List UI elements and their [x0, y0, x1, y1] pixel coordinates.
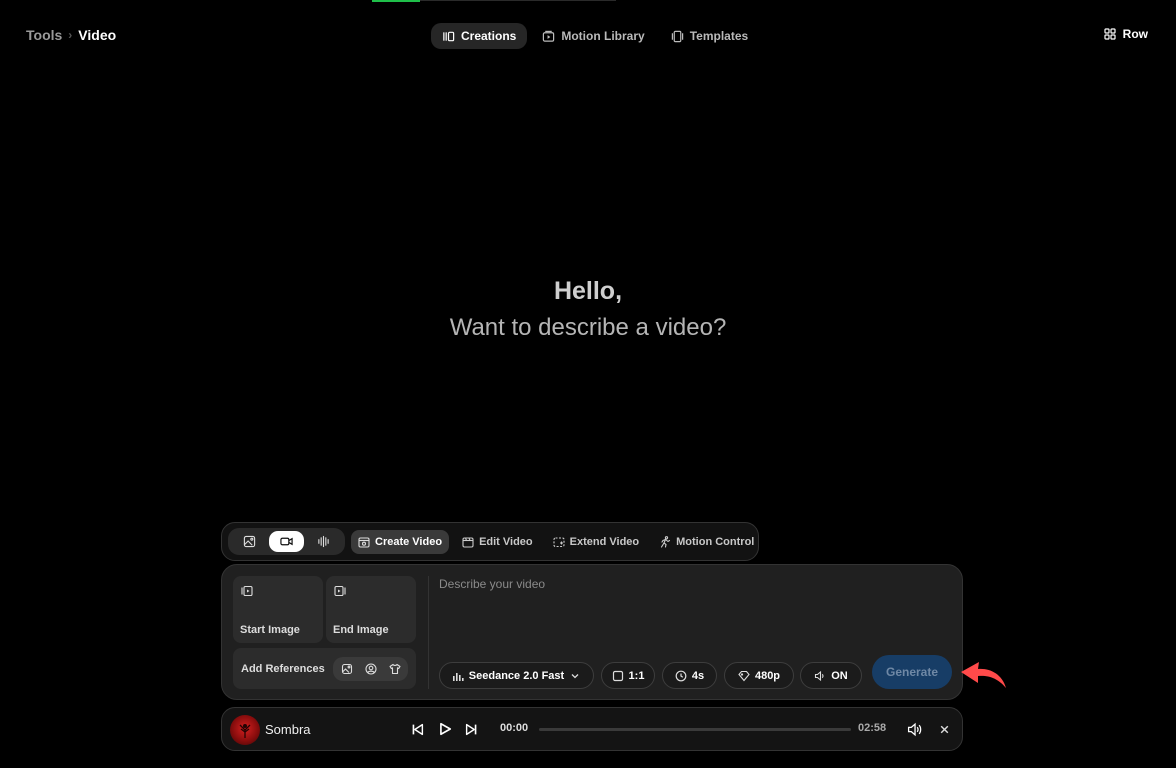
- aspect-ratio-label: 1:1: [628, 669, 645, 682]
- prompt-composer: Start Image End Image Add References See…: [221, 564, 963, 700]
- extend-video-icon: [553, 536, 565, 547]
- mode-label: Edit Video: [479, 535, 533, 548]
- speaker-icon: [815, 670, 824, 681]
- media-video-button[interactable]: [269, 531, 304, 552]
- duration-select[interactable]: 4s: [662, 662, 717, 689]
- model-label: Seedance 2.0 Fast: [468, 669, 565, 682]
- square-ratio-icon: [612, 670, 623, 681]
- breadcrumb-current: Video: [78, 27, 117, 43]
- tab-label: Creations: [461, 29, 517, 43]
- top-progress-indicator: [372, 0, 420, 2]
- model-bars-icon: [452, 672, 464, 681]
- resolution-select[interactable]: 480p: [724, 662, 794, 689]
- layout-row-button[interactable]: Row: [1104, 27, 1148, 41]
- generate-button[interactable]: Generate: [872, 655, 952, 689]
- resolution-label: 480p: [754, 669, 781, 682]
- start-image-slot[interactable]: Start Image: [233, 576, 323, 643]
- mode-label: Motion Control: [676, 535, 755, 548]
- play-button[interactable]: [437, 721, 453, 737]
- layout-row-label: Row: [1122, 27, 1148, 41]
- mode-edit-video[interactable]: Edit Video: [455, 530, 540, 554]
- top-tabs: Creations Motion Library Templates: [431, 23, 759, 49]
- composer-divider: [428, 576, 429, 689]
- media-type-switch: [228, 528, 345, 555]
- edit-video-icon: [462, 536, 474, 548]
- duration-label: 4s: [691, 669, 705, 682]
- total-time: 02:58: [858, 722, 887, 734]
- greeting-title: Hello,: [553, 277, 623, 305]
- running-figure-icon: [661, 535, 671, 548]
- model-select[interactable]: Seedance 2.0 Fast: [439, 662, 594, 689]
- tab-templates[interactable]: Templates: [660, 23, 759, 49]
- motion-library-icon: [543, 30, 555, 42]
- tab-label: Motion Library: [561, 29, 645, 43]
- current-time: 00:00: [500, 722, 529, 734]
- add-references: Add References: [233, 648, 416, 689]
- close-icon: [940, 725, 948, 733]
- volume-button[interactable]: [906, 721, 922, 737]
- reference-image-button[interactable]: [335, 659, 358, 679]
- image-add-icon: [341, 663, 352, 674]
- mode-label: Create Video: [375, 535, 443, 548]
- pointer-arrow-icon: [961, 662, 1006, 688]
- templates-icon: [671, 30, 683, 42]
- end-image-label: End Image: [333, 624, 389, 636]
- volume-icon: [907, 722, 921, 736]
- mode-create-video[interactable]: Create Video: [351, 529, 450, 554]
- mode-label: Extend Video: [569, 535, 640, 548]
- chevron-down-icon: [571, 673, 579, 678]
- user-circle-icon: [364, 662, 377, 675]
- diamond-icon: [738, 670, 750, 681]
- tab-creations[interactable]: Creations: [431, 23, 528, 49]
- sound-toggle[interactable]: ON: [800, 662, 862, 689]
- tab-label: Templates: [689, 29, 749, 43]
- greeting-subtitle: Want to describe a video?: [449, 314, 727, 341]
- add-references-label[interactable]: Add References: [241, 663, 333, 675]
- sound-label: ON: [831, 669, 848, 682]
- aspect-ratio-select[interactable]: 1:1: [601, 662, 655, 689]
- video-camera-icon: [280, 537, 293, 546]
- start-image-label: Start Image: [240, 624, 300, 636]
- reference-character-button[interactable]: [359, 659, 382, 679]
- grid-icon: [1104, 28, 1116, 40]
- creations-icon: [443, 31, 455, 41]
- greeting: Hello, Want to describe a video?: [0, 276, 1176, 346]
- progress-bar[interactable]: [539, 728, 851, 731]
- audio-wave-icon: [318, 535, 329, 548]
- play-icon: [440, 722, 452, 736]
- end-image-slot[interactable]: End Image: [326, 576, 416, 643]
- breadcrumb: Tools › Video: [26, 27, 116, 43]
- media-audio-button[interactable]: [306, 531, 341, 552]
- start-frame-icon: [241, 585, 253, 597]
- end-frame-icon: [334, 585, 346, 597]
- tree-artwork-icon: [239, 724, 251, 738]
- top-progress-track: [420, 0, 616, 1]
- track-title: Sombra: [265, 722, 311, 737]
- prompt-input[interactable]: [439, 577, 949, 647]
- skip-back-icon: [412, 723, 423, 735]
- clock-icon: [675, 670, 687, 681]
- reference-types: [333, 656, 408, 681]
- tab-motion-library[interactable]: Motion Library: [531, 23, 655, 49]
- reference-outfit-button[interactable]: [383, 659, 406, 679]
- audio-player: Sombra 00:00 02:58: [221, 707, 963, 751]
- track-artwork: [230, 715, 260, 745]
- close-player-button[interactable]: [936, 721, 952, 737]
- breadcrumb-separator: ›: [68, 28, 73, 42]
- shirt-icon: [388, 663, 401, 674]
- create-video-icon: [358, 536, 370, 548]
- mode-extend-video[interactable]: Extend Video: [546, 530, 646, 554]
- mode-motion-control[interactable]: Motion Control: [652, 530, 761, 554]
- image-icon: [243, 535, 256, 548]
- media-image-button[interactable]: [232, 531, 267, 552]
- mode-toolbar: Create Video Edit Video Extend Video Mot…: [221, 522, 759, 561]
- previous-track-button[interactable]: [409, 721, 425, 737]
- next-track-button[interactable]: [463, 721, 479, 737]
- skip-forward-icon: [465, 723, 476, 735]
- breadcrumb-tools-link[interactable]: Tools: [26, 27, 62, 43]
